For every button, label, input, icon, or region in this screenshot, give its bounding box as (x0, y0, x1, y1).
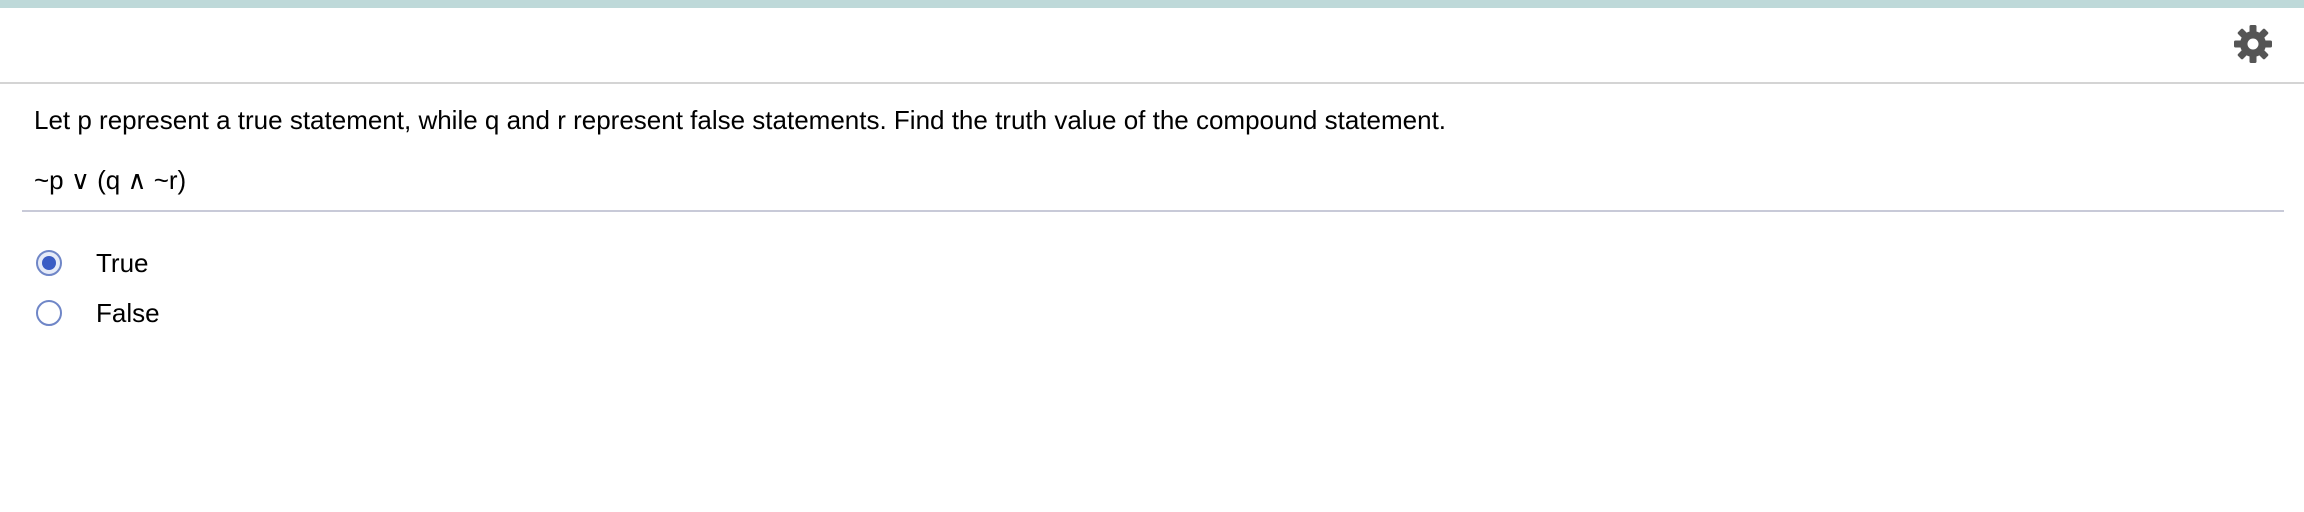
question-page: Let p represent a true statement, while … (0, 0, 2304, 512)
settings-button[interactable] (2229, 22, 2277, 70)
top-accent-bar (0, 0, 2304, 8)
compound-expression: ~p ∨ (q ∧ ~r) (34, 165, 187, 195)
divider (22, 210, 2284, 212)
radio-true[interactable] (36, 250, 62, 276)
option-label-false: False (96, 298, 160, 328)
option-false[interactable]: False (36, 288, 160, 338)
option-true[interactable]: True (36, 238, 160, 288)
question-prompt: Let p represent a true statement, while … (34, 105, 1447, 135)
answer-options: True False (36, 238, 160, 338)
radio-false[interactable] (36, 300, 62, 326)
radio-selected-dot (42, 256, 56, 270)
option-label-true: True (96, 248, 149, 278)
gear-icon (2233, 24, 2273, 69)
toolbar (0, 8, 2304, 84)
